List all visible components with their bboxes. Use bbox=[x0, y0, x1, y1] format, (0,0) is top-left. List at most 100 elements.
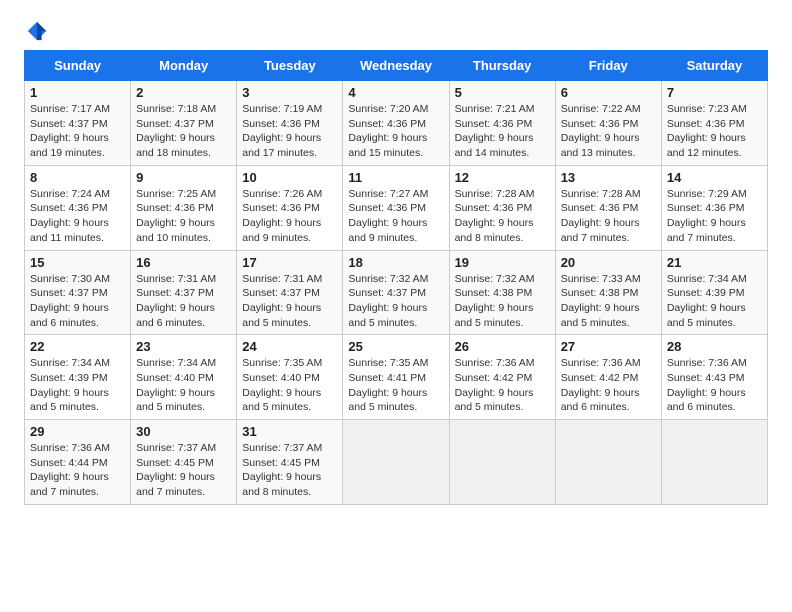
day-cell: 6 Sunrise: 7:22 AM Sunset: 4:36 PM Daylig… bbox=[555, 81, 661, 166]
calendar-table: SundayMondayTuesdayWednesdayThursdayFrid… bbox=[24, 50, 768, 505]
week-row-5: 29 Sunrise: 7:36 AM Sunset: 4:44 PM Dayli… bbox=[25, 420, 768, 505]
day-cell: 22 Sunrise: 7:34 AM Sunset: 4:39 PM Dayli… bbox=[25, 335, 131, 420]
day-number: 9 bbox=[136, 170, 231, 185]
day-number: 15 bbox=[30, 255, 125, 270]
day-number: 12 bbox=[455, 170, 550, 185]
logo bbox=[24, 20, 48, 42]
day-cell: 31Sunrise: 7:37 AM Sunset: 4:45 PM Dayli… bbox=[237, 420, 343, 505]
day-cell: 25Sunrise: 7:35 AM Sunset: 4:41 PM Dayli… bbox=[343, 335, 449, 420]
day-number: 28 bbox=[667, 339, 762, 354]
day-number: 1 bbox=[30, 85, 125, 100]
day-cell: 9 Sunrise: 7:25 AM Sunset: 4:36 PM Daylig… bbox=[131, 165, 237, 250]
day-cell: 28 Sunrise: 7:36 AM Sunset: 4:43 PM Dayli… bbox=[661, 335, 767, 420]
day-info: Sunrise: 7:25 AM Sunset: 4:36 PM Dayligh… bbox=[136, 187, 231, 246]
day-number: 20 bbox=[561, 255, 656, 270]
day-cell bbox=[449, 420, 555, 505]
week-row-1: 1 Sunrise: 7:17 AM Sunset: 4:37 PM Daylig… bbox=[25, 81, 768, 166]
day-info: Sunrise: 7:24 AM Sunset: 4:36 PM Dayligh… bbox=[30, 187, 125, 246]
day-cell: 1 Sunrise: 7:17 AM Sunset: 4:37 PM Daylig… bbox=[25, 81, 131, 166]
day-info: Sunrise: 7:28 AM Sunset: 4:36 PM Dayligh… bbox=[561, 187, 656, 246]
day-cell: 14 Sunrise: 7:29 AM Sunset: 4:36 PM Dayli… bbox=[661, 165, 767, 250]
day-cell: 5 Sunrise: 7:21 AM Sunset: 4:36 PM Daylig… bbox=[449, 81, 555, 166]
day-info: Sunrise: 7:21 AM Sunset: 4:36 PM Dayligh… bbox=[455, 102, 550, 161]
day-cell: 12 Sunrise: 7:28 AM Sunset: 4:36 PM Dayli… bbox=[449, 165, 555, 250]
day-cell bbox=[555, 420, 661, 505]
column-header-friday: Friday bbox=[555, 51, 661, 81]
day-info: Sunrise: 7:36 AM Sunset: 4:44 PM Dayligh… bbox=[30, 441, 125, 500]
day-number: 21 bbox=[667, 255, 762, 270]
header-row: SundayMondayTuesdayWednesdayThursdayFrid… bbox=[25, 51, 768, 81]
day-cell: 26 Sunrise: 7:36 AM Sunset: 4:42 PM Dayli… bbox=[449, 335, 555, 420]
day-number: 30 bbox=[136, 424, 231, 439]
day-info: Sunrise: 7:28 AM Sunset: 4:36 PM Dayligh… bbox=[455, 187, 550, 246]
day-number: 26 bbox=[455, 339, 550, 354]
day-cell bbox=[661, 420, 767, 505]
day-cell: 17Sunrise: 7:31 AM Sunset: 4:37 PM Dayli… bbox=[237, 250, 343, 335]
day-number: 31 bbox=[242, 424, 337, 439]
day-cell: 2 Sunrise: 7:18 AM Sunset: 4:37 PM Daylig… bbox=[131, 81, 237, 166]
day-number: 27 bbox=[561, 339, 656, 354]
day-cell: 11 Sunrise: 7:27 AM Sunset: 4:36 PM Dayli… bbox=[343, 165, 449, 250]
day-info: Sunrise: 7:36 AM Sunset: 4:43 PM Dayligh… bbox=[667, 356, 762, 415]
day-info: Sunrise: 7:29 AM Sunset: 4:36 PM Dayligh… bbox=[667, 187, 762, 246]
day-number: 29 bbox=[30, 424, 125, 439]
day-cell: 27Sunrise: 7:36 AM Sunset: 4:42 PM Dayli… bbox=[555, 335, 661, 420]
day-cell: 19 Sunrise: 7:32 AM Sunset: 4:38 PM Dayli… bbox=[449, 250, 555, 335]
day-info: Sunrise: 7:34 AM Sunset: 4:39 PM Dayligh… bbox=[30, 356, 125, 415]
column-header-sunday: Sunday bbox=[25, 51, 131, 81]
day-number: 3 bbox=[242, 85, 337, 100]
week-row-4: 22 Sunrise: 7:34 AM Sunset: 4:39 PM Dayli… bbox=[25, 335, 768, 420]
day-info: Sunrise: 7:34 AM Sunset: 4:40 PM Dayligh… bbox=[136, 356, 231, 415]
day-info: Sunrise: 7:22 AM Sunset: 4:36 PM Dayligh… bbox=[561, 102, 656, 161]
day-number: 16 bbox=[136, 255, 231, 270]
day-number: 7 bbox=[667, 85, 762, 100]
day-info: Sunrise: 7:33 AM Sunset: 4:38 PM Dayligh… bbox=[561, 272, 656, 331]
day-cell: 30 Sunrise: 7:37 AM Sunset: 4:45 PM Dayli… bbox=[131, 420, 237, 505]
day-info: Sunrise: 7:20 AM Sunset: 4:36 PM Dayligh… bbox=[348, 102, 443, 161]
day-info: Sunrise: 7:31 AM Sunset: 4:37 PM Dayligh… bbox=[136, 272, 231, 331]
day-info: Sunrise: 7:32 AM Sunset: 4:38 PM Dayligh… bbox=[455, 272, 550, 331]
day-number: 6 bbox=[561, 85, 656, 100]
day-info: Sunrise: 7:36 AM Sunset: 4:42 PM Dayligh… bbox=[455, 356, 550, 415]
week-row-3: 15 Sunrise: 7:30 AM Sunset: 4:37 PM Dayli… bbox=[25, 250, 768, 335]
day-cell: 24Sunrise: 7:35 AM Sunset: 4:40 PM Dayli… bbox=[237, 335, 343, 420]
day-info: Sunrise: 7:30 AM Sunset: 4:37 PM Dayligh… bbox=[30, 272, 125, 331]
day-cell: 7Sunrise: 7:23 AM Sunset: 4:36 PM Daylig… bbox=[661, 81, 767, 166]
day-number: 4 bbox=[348, 85, 443, 100]
day-info: Sunrise: 7:19 AM Sunset: 4:36 PM Dayligh… bbox=[242, 102, 337, 161]
day-cell: 23 Sunrise: 7:34 AM Sunset: 4:40 PM Dayli… bbox=[131, 335, 237, 420]
day-info: Sunrise: 7:37 AM Sunset: 4:45 PM Dayligh… bbox=[136, 441, 231, 500]
day-number: 17 bbox=[242, 255, 337, 270]
calendar-header: SundayMondayTuesdayWednesdayThursdayFrid… bbox=[25, 51, 768, 81]
day-cell: 29 Sunrise: 7:36 AM Sunset: 4:44 PM Dayli… bbox=[25, 420, 131, 505]
day-cell: 20 Sunrise: 7:33 AM Sunset: 4:38 PM Dayli… bbox=[555, 250, 661, 335]
day-info: Sunrise: 7:34 AM Sunset: 4:39 PM Dayligh… bbox=[667, 272, 762, 331]
day-number: 13 bbox=[561, 170, 656, 185]
day-info: Sunrise: 7:18 AM Sunset: 4:37 PM Dayligh… bbox=[136, 102, 231, 161]
day-number: 5 bbox=[455, 85, 550, 100]
column-header-saturday: Saturday bbox=[661, 51, 767, 81]
day-cell: 8Sunrise: 7:24 AM Sunset: 4:36 PM Daylig… bbox=[25, 165, 131, 250]
day-cell: 15 Sunrise: 7:30 AM Sunset: 4:37 PM Dayli… bbox=[25, 250, 131, 335]
day-number: 11 bbox=[348, 170, 443, 185]
day-cell: 18Sunrise: 7:32 AM Sunset: 4:37 PM Dayli… bbox=[343, 250, 449, 335]
day-cell bbox=[343, 420, 449, 505]
week-row-2: 8Sunrise: 7:24 AM Sunset: 4:36 PM Daylig… bbox=[25, 165, 768, 250]
day-info: Sunrise: 7:17 AM Sunset: 4:37 PM Dayligh… bbox=[30, 102, 125, 161]
day-info: Sunrise: 7:32 AM Sunset: 4:37 PM Dayligh… bbox=[348, 272, 443, 331]
day-number: 23 bbox=[136, 339, 231, 354]
day-info: Sunrise: 7:26 AM Sunset: 4:36 PM Dayligh… bbox=[242, 187, 337, 246]
page-header bbox=[24, 20, 768, 42]
day-cell: 4 Sunrise: 7:20 AM Sunset: 4:36 PM Daylig… bbox=[343, 81, 449, 166]
calendar-body: 1 Sunrise: 7:17 AM Sunset: 4:37 PM Daylig… bbox=[25, 81, 768, 505]
day-number: 19 bbox=[455, 255, 550, 270]
day-cell: 16 Sunrise: 7:31 AM Sunset: 4:37 PM Dayli… bbox=[131, 250, 237, 335]
day-cell: 10Sunrise: 7:26 AM Sunset: 4:36 PM Dayli… bbox=[237, 165, 343, 250]
day-number: 22 bbox=[30, 339, 125, 354]
day-info: Sunrise: 7:27 AM Sunset: 4:36 PM Dayligh… bbox=[348, 187, 443, 246]
day-number: 2 bbox=[136, 85, 231, 100]
day-number: 14 bbox=[667, 170, 762, 185]
column-header-monday: Monday bbox=[131, 51, 237, 81]
day-number: 25 bbox=[348, 339, 443, 354]
day-cell: 13 Sunrise: 7:28 AM Sunset: 4:36 PM Dayli… bbox=[555, 165, 661, 250]
